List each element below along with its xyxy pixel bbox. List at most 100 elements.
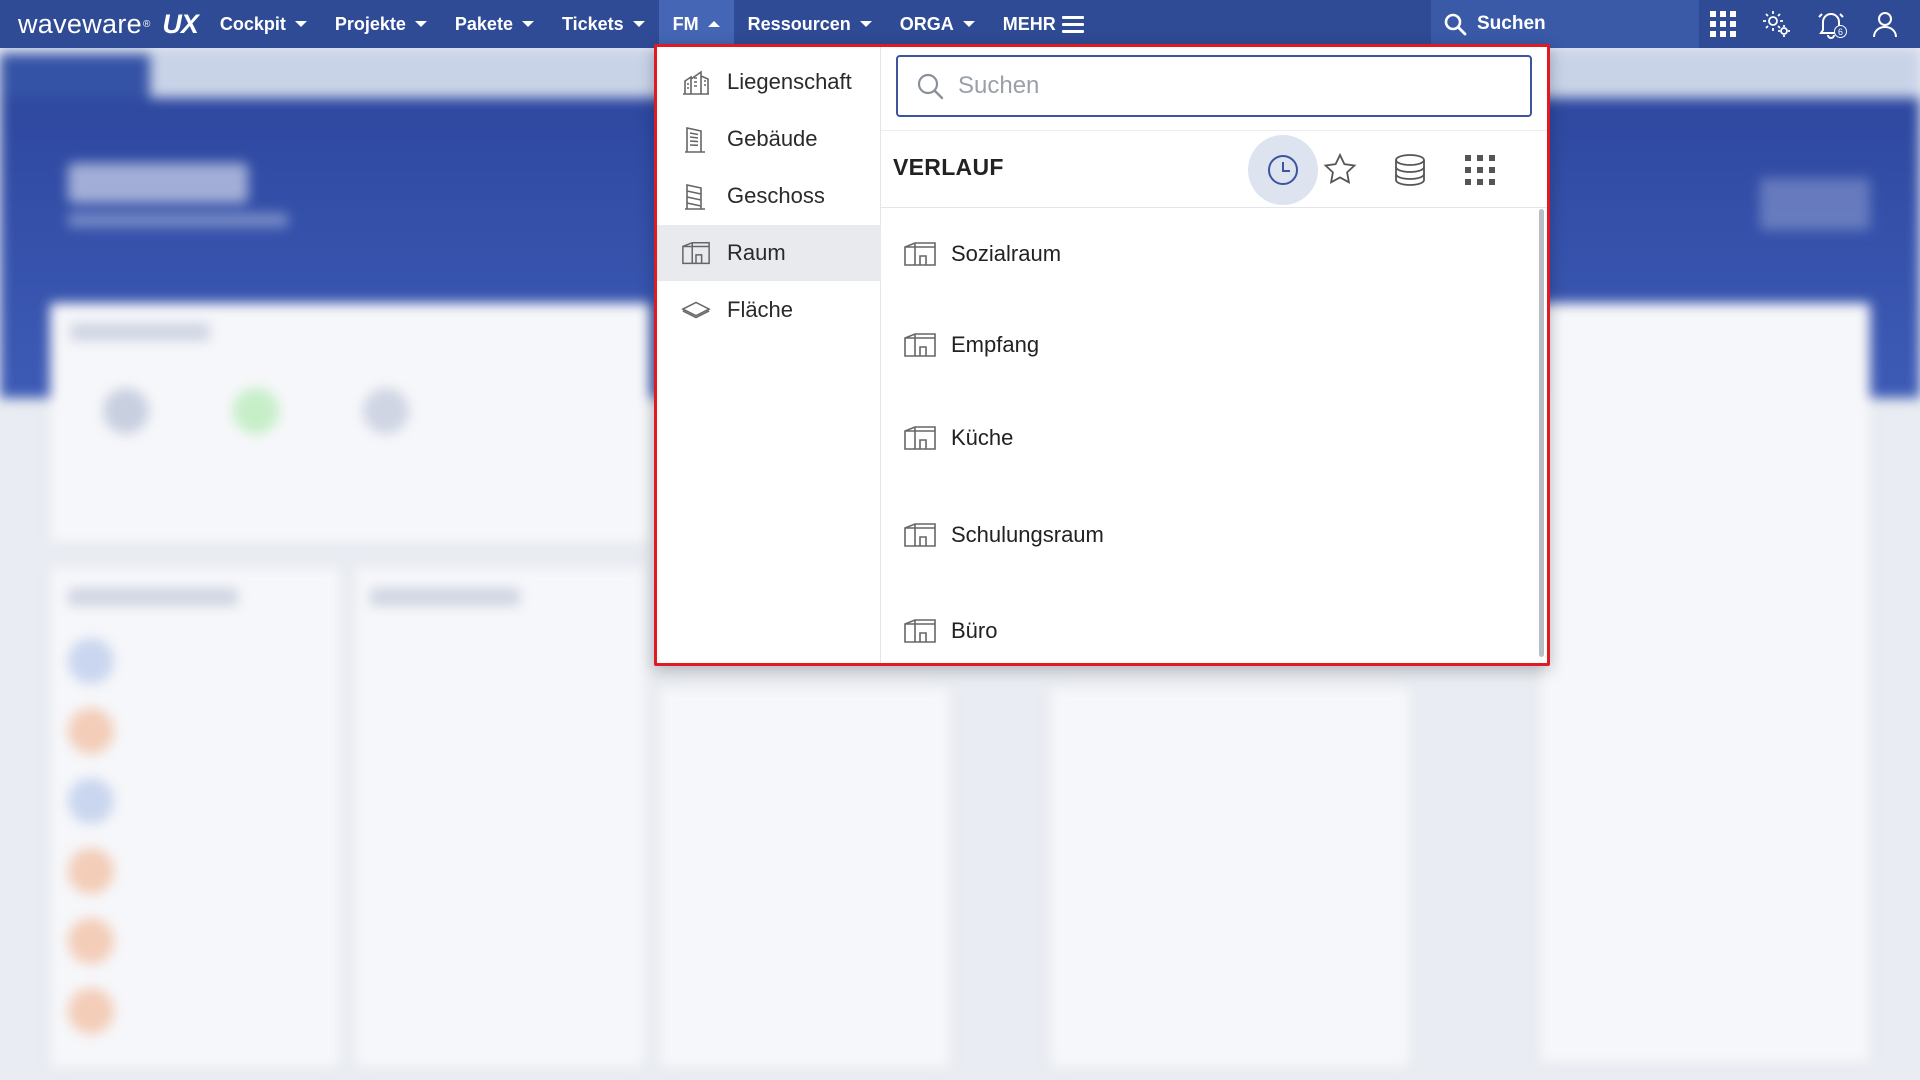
search-icon [1444, 13, 1467, 36]
search-icon [917, 73, 944, 100]
list-item[interactable]: Büro [881, 601, 1531, 661]
history-list: Sozialraum Empfang Küche Schulungsraum B… [881, 209, 1547, 663]
list-item[interactable]: Schulungsraum [881, 505, 1531, 565]
nav-label: Projekte [334, 13, 406, 34]
bg-dot [68, 638, 114, 684]
chevron-down-icon [859, 21, 872, 27]
nav-orga[interactable]: ORGA [886, 0, 989, 48]
room-icon [903, 521, 937, 549]
list-item-label: Empfang [951, 332, 1040, 357]
top-icon-group: 6 [1706, 0, 1902, 48]
bg-card-middle [660, 688, 950, 1068]
bg-card-latest [355, 568, 645, 1068]
apps-grid-icon[interactable] [1706, 7, 1740, 41]
nav-cockpit[interactable]: Cockpit [206, 0, 321, 48]
nav-ressourcen[interactable]: Ressourcen [734, 0, 886, 48]
category-raum[interactable]: Raum [657, 225, 881, 281]
nav-tickets[interactable]: Tickets [548, 0, 659, 48]
room-icon [903, 240, 937, 268]
favorites-star-icon [1323, 152, 1357, 185]
brand-ux-suffix: UX [162, 8, 199, 39]
category-gebaeude[interactable]: Gebäude [657, 111, 881, 167]
brand-name: waveware [18, 8, 142, 39]
nav-label: Cockpit [219, 13, 286, 34]
chevron-up-icon [707, 21, 720, 27]
list-item[interactable]: Empfang [881, 315, 1531, 375]
fm-category-list: Liegenschaft Gebäude Geschoss Raum Fläch… [657, 47, 881, 663]
nav-pakete[interactable]: Pakete [441, 0, 548, 48]
global-search-label: Suchen [1477, 13, 1546, 34]
bg-dot [68, 918, 114, 964]
category-liegenschaft[interactable]: Liegenschaft [657, 54, 881, 110]
bg-active-tab [0, 54, 150, 98]
list-item-label: Büro [951, 618, 998, 643]
list-item-label: Küche [951, 425, 1014, 450]
estate-icon [681, 67, 711, 97]
bg-bar [370, 588, 520, 606]
category-label: Fläche [727, 297, 794, 322]
chevron-down-icon [414, 21, 427, 27]
list-item-label: Schulungsraum [951, 522, 1104, 547]
list-item[interactable]: Sozialraum [881, 224, 1531, 284]
building-icon [681, 124, 711, 154]
history-scrollbar[interactable] [1539, 209, 1544, 657]
bg-dot [68, 778, 114, 824]
bg-dot [68, 848, 114, 894]
category-flaeche[interactable]: Fläche [657, 282, 881, 338]
history-header: VERLAUF [881, 130, 1547, 208]
category-label: Geschoss [727, 183, 825, 208]
settings-gear-icon[interactable] [1760, 7, 1794, 41]
nav-label: MEHR [1002, 13, 1056, 34]
category-label: Gebäude [727, 126, 818, 151]
room-icon [903, 424, 937, 452]
chevron-down-icon [962, 21, 975, 27]
bg-hero-button [1760, 178, 1870, 230]
section-title: VERLAUF [893, 154, 1004, 180]
category-label: Raum [727, 240, 786, 265]
chevron-down-icon [294, 21, 307, 27]
nav-label: ORGA [899, 13, 954, 34]
history-clock-icon [1268, 155, 1298, 185]
database-mode-button[interactable] [1375, 138, 1445, 202]
bg-card-right [1540, 303, 1870, 1063]
notification-count-badge: 6 [1834, 25, 1847, 38]
nav-label: Pakete [454, 13, 513, 34]
area-icon [681, 295, 711, 325]
nav-mehr[interactable]: MEHR [989, 0, 1098, 48]
global-search[interactable]: Suchen [1431, 0, 1699, 48]
category-geschoss[interactable]: Geschoss [657, 168, 881, 224]
category-label: Liegenschaft [727, 69, 852, 94]
fm-search-input[interactable] [958, 72, 1518, 100]
bg-dot [363, 388, 409, 434]
bg-bar [68, 588, 238, 606]
bg-dot [68, 708, 114, 754]
bg-bar [70, 323, 210, 341]
hamburger-menu-icon [1061, 15, 1084, 33]
bg-greeting [68, 163, 248, 203]
bg-card-middle-right [1050, 688, 1410, 1068]
floor-icon [681, 181, 711, 211]
bg-dot [68, 988, 114, 1034]
notification-bell-icon[interactable]: 6 [1814, 7, 1848, 41]
all-grid-icon [1465, 155, 1495, 185]
nav-label: Tickets [561, 13, 624, 34]
nav-projekte[interactable]: Projekte [321, 0, 441, 48]
fm-search-box[interactable] [896, 55, 1532, 117]
nav-label: FM [672, 13, 699, 34]
chevron-down-icon [632, 21, 645, 27]
chevron-down-icon [521, 21, 534, 27]
fm-dropdown-panel: Liegenschaft Gebäude Geschoss Raum Fläch… [654, 44, 1550, 666]
user-icon[interactable] [1868, 7, 1902, 41]
list-item[interactable]: Küche [881, 408, 1531, 468]
all-objects-mode-button[interactable] [1445, 138, 1515, 202]
favorites-mode-button[interactable] [1305, 138, 1375, 202]
nav-fm[interactable]: FM [658, 0, 734, 48]
brand-logo[interactable]: waveware ® UX [0, 0, 206, 48]
fm-results-pane: VERLAUF [881, 47, 1547, 663]
nav-label: Ressourcen [747, 13, 851, 34]
database-icon [1395, 154, 1425, 186]
bg-dot [233, 388, 279, 434]
bg-dot [103, 388, 149, 434]
list-item-label: Sozialraum [951, 241, 1062, 266]
top-navigation-bar: waveware ® UX Cockpit Projekte Pakete Ti… [0, 0, 1920, 48]
